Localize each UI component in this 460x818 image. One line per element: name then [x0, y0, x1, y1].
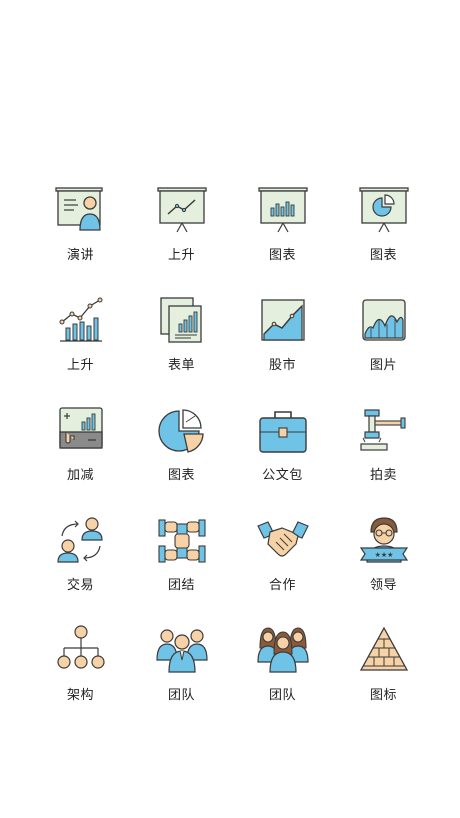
- icon-item[interactable]: 架构: [30, 620, 131, 730]
- icon-item[interactable]: 团队: [232, 620, 333, 730]
- handshake-icon: [256, 521, 309, 557]
- icon-item[interactable]: 加减: [30, 400, 131, 510]
- stock-chart-icon: [260, 299, 305, 341]
- hands-unity-icon: [157, 519, 206, 563]
- line-bar-rise-icon: [59, 297, 102, 342]
- icon-label: 交易: [66, 578, 94, 593]
- pie-chart-icon: [157, 409, 204, 453]
- icon-item[interactable]: 上升: [30, 290, 131, 400]
- icon-label: 架构: [66, 688, 94, 703]
- pyramid-icon: [359, 626, 408, 671]
- report-sheets-icon: [159, 297, 202, 343]
- icon-label: 团队: [167, 688, 195, 703]
- icon-item[interactable]: 图表: [131, 400, 232, 510]
- icon-item[interactable]: 上升: [131, 180, 232, 290]
- icon-item[interactable]: 表单: [131, 290, 232, 400]
- icon-label: 表单: [167, 358, 195, 373]
- icon-label: 拍卖: [369, 468, 397, 483]
- leader-icon: ★★★: [359, 517, 408, 563]
- icon-item[interactable]: 交易: [30, 510, 131, 620]
- icon-item[interactable]: ★★★ 领导: [333, 510, 434, 620]
- icon-label: 团队: [268, 688, 296, 703]
- briefcase-icon: [258, 411, 307, 453]
- icon-item[interactable]: 公文包: [232, 400, 333, 510]
- svg-text:★★★: ★★★: [374, 551, 393, 559]
- icon-label: 图表: [369, 248, 397, 263]
- icon-item[interactable]: 团队: [131, 620, 232, 730]
- presentation-bar-icon: [257, 187, 308, 233]
- icon-item[interactable]: 团结: [131, 510, 232, 620]
- team-women-icon: [256, 627, 309, 673]
- icon-label: 图表: [167, 468, 195, 483]
- icon-item[interactable]: 图片: [333, 290, 434, 400]
- icon-label: 上升: [66, 358, 94, 373]
- icon-label: 公文包: [262, 468, 303, 483]
- icon-label: 合作: [268, 578, 296, 593]
- org-structure-icon: [56, 625, 105, 669]
- presentation-speaker-icon: [54, 187, 103, 231]
- icon-item[interactable]: 图标: [333, 620, 434, 730]
- team-men-icon: [155, 629, 208, 673]
- icon-item[interactable]: 股市: [232, 290, 333, 400]
- icon-grid: 演讲 上升 图表 图表 上升 表单 股市 图片 加减 图表 公文包 拍卖 交易 …: [30, 180, 434, 730]
- presentation-pie-icon: [358, 187, 409, 233]
- icon-label: 加减: [66, 468, 94, 483]
- icon-label: 团结: [167, 578, 195, 593]
- icon-item[interactable]: 演讲: [30, 180, 131, 290]
- icon-item[interactable]: 合作: [232, 510, 333, 620]
- icon-label: 上升: [167, 248, 195, 263]
- presentation-rise-icon: [156, 187, 207, 233]
- plus-minus-board-icon: [58, 407, 103, 449]
- icon-item[interactable]: 拍卖: [333, 400, 434, 510]
- icon-label: 领导: [369, 578, 397, 593]
- icon-label: 股市: [268, 358, 296, 373]
- area-chart-icon: [361, 299, 406, 341]
- icon-label: 演讲: [66, 248, 94, 263]
- icon-item[interactable]: 图表: [333, 180, 434, 290]
- auction-gavel-icon: [359, 409, 406, 451]
- icon-label: 图标: [369, 688, 397, 703]
- icon-label: 图表: [268, 248, 296, 263]
- exchange-people-icon: [56, 517, 103, 563]
- icon-item[interactable]: 图表: [232, 180, 333, 290]
- icon-label: 图片: [369, 358, 397, 373]
